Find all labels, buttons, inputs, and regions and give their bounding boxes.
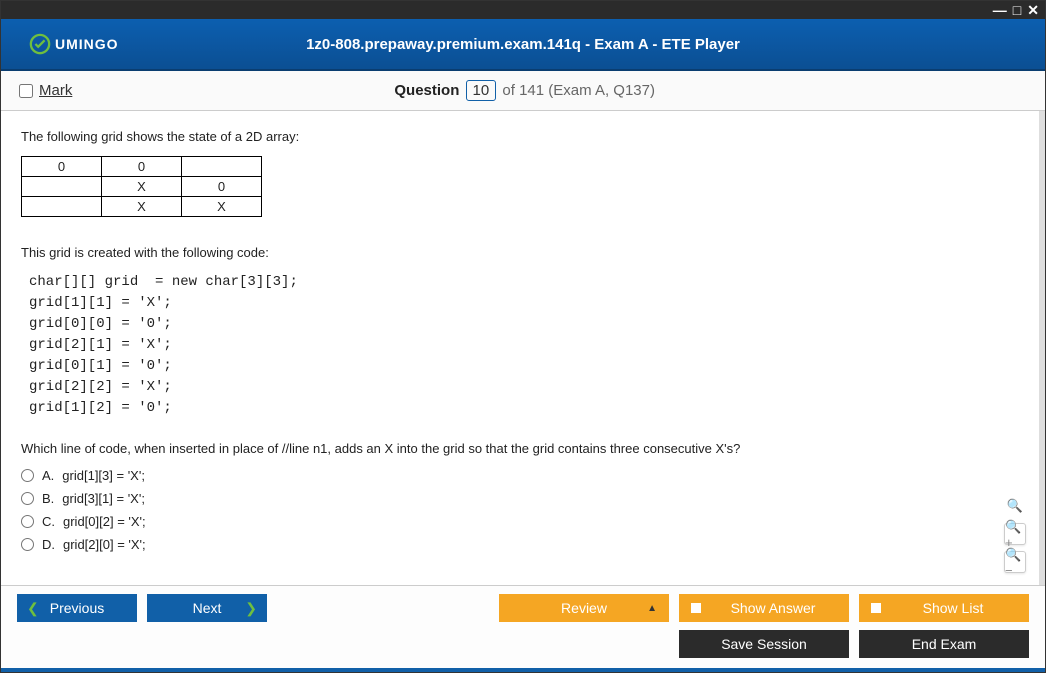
question-word: Question xyxy=(394,82,459,99)
option-text: grid[0][2] = 'X'; xyxy=(63,514,146,529)
option-c[interactable]: C. grid[0][2] = 'X'; xyxy=(21,514,1019,529)
button-label: Next xyxy=(193,600,222,616)
mark-area: Mark xyxy=(19,82,72,99)
prompt-3: Which line of code, when inserted in pla… xyxy=(21,441,1019,456)
button-label: Show List xyxy=(923,600,984,616)
cell: 0 xyxy=(22,157,102,177)
button-label: Review xyxy=(561,600,607,616)
logo: UMINGO xyxy=(29,33,119,55)
button-row-1: ❮ Previous Next ❯ Review ▲ Show Answer S… xyxy=(17,594,1029,622)
button-label: Save Session xyxy=(721,636,807,652)
triangle-up-icon: ▲ xyxy=(647,603,657,614)
end-exam-button[interactable]: End Exam xyxy=(859,630,1029,658)
logo-text: UMINGO xyxy=(55,36,119,52)
next-button[interactable]: Next ❯ xyxy=(147,594,267,622)
option-text: grid[1][3] = 'X'; xyxy=(62,468,145,483)
stop-icon xyxy=(871,603,881,613)
option-radio[interactable] xyxy=(21,492,34,505)
question-indicator: Question 10 of 141 (Exam A, Q137) xyxy=(72,80,977,101)
show-answer-button[interactable]: Show Answer xyxy=(679,594,849,622)
button-row-2: Save Session End Exam xyxy=(17,630,1029,658)
chevron-right-icon: ❯ xyxy=(245,600,257,617)
option-letter: C. xyxy=(42,514,55,529)
button-label: End Exam xyxy=(912,636,977,652)
show-list-button[interactable]: Show List xyxy=(859,594,1029,622)
prompt-2: This grid is created with the following … xyxy=(21,245,1019,260)
bottom-border xyxy=(1,668,1045,672)
mark-checkbox[interactable] xyxy=(19,84,33,98)
question-total: of 141 (Exam A, Q137) xyxy=(502,82,655,99)
code-block: char[][] grid = new char[3][3]; grid[1][… xyxy=(29,272,1019,419)
minimize-icon[interactable]: — xyxy=(993,3,1007,17)
cell: 0 xyxy=(102,157,182,177)
option-radio[interactable] xyxy=(21,538,34,551)
zoom-in-icon[interactable]: 🔍+ xyxy=(1004,523,1026,545)
option-radio[interactable] xyxy=(21,515,34,528)
zoom-out-icon[interactable]: 🔍− xyxy=(1004,551,1026,573)
review-button[interactable]: Review ▲ xyxy=(499,594,669,622)
checkmark-icon xyxy=(29,33,51,55)
grid-table: 00 X0 XX xyxy=(21,156,262,217)
prompt-1: The following grid shows the state of a … xyxy=(21,129,1019,144)
search-icon[interactable]: 🔍 xyxy=(1004,495,1026,517)
close-icon[interactable]: ✕ xyxy=(1027,3,1039,17)
option-letter: A. xyxy=(42,468,54,483)
button-label: Show Answer xyxy=(731,600,816,616)
cell: X xyxy=(102,197,182,217)
option-b[interactable]: B. grid[3][1] = 'X'; xyxy=(21,491,1019,506)
option-radio[interactable] xyxy=(21,469,34,482)
options-list: A. grid[1][3] = 'X'; B. grid[3][1] = 'X'… xyxy=(21,468,1019,552)
cell xyxy=(182,157,262,177)
option-letter: D. xyxy=(42,537,55,552)
question-content: The following grid shows the state of a … xyxy=(1,111,1045,585)
header: UMINGO 1z0-808.prepaway.premium.exam.141… xyxy=(1,19,1045,71)
cell: 0 xyxy=(182,177,262,197)
titlebar: — □ ✕ xyxy=(1,1,1045,19)
option-text: grid[2][0] = 'X'; xyxy=(63,537,146,552)
stop-icon xyxy=(691,603,701,613)
save-session-button[interactable]: Save Session xyxy=(679,630,849,658)
chevron-left-icon: ❮ xyxy=(27,600,39,617)
header-title: 1z0-808.prepaway.premium.exam.141q - Exa… xyxy=(306,36,740,53)
app-window: — □ ✕ UMINGO 1z0-808.prepaway.premium.ex… xyxy=(0,0,1046,673)
option-text: grid[3][1] = 'X'; xyxy=(62,491,145,506)
cell: X xyxy=(182,197,262,217)
mark-label[interactable]: Mark xyxy=(39,82,72,99)
option-a[interactable]: A. grid[1][3] = 'X'; xyxy=(21,468,1019,483)
previous-button[interactable]: ❮ Previous xyxy=(17,594,137,622)
option-d[interactable]: D. grid[2][0] = 'X'; xyxy=(21,537,1019,552)
question-bar: Mark Question 10 of 141 (Exam A, Q137) xyxy=(1,71,1045,111)
button-label: Previous xyxy=(50,600,104,616)
cell xyxy=(22,197,102,217)
maximize-icon[interactable]: □ xyxy=(1013,3,1021,17)
footer: ❮ Previous Next ❯ Review ▲ Show Answer S… xyxy=(1,585,1045,668)
zoom-tools: 🔍 🔍+ 🔍− xyxy=(1004,495,1026,573)
cell: X xyxy=(102,177,182,197)
cell xyxy=(22,177,102,197)
option-letter: B. xyxy=(42,491,54,506)
question-number[interactable]: 10 xyxy=(466,80,497,101)
